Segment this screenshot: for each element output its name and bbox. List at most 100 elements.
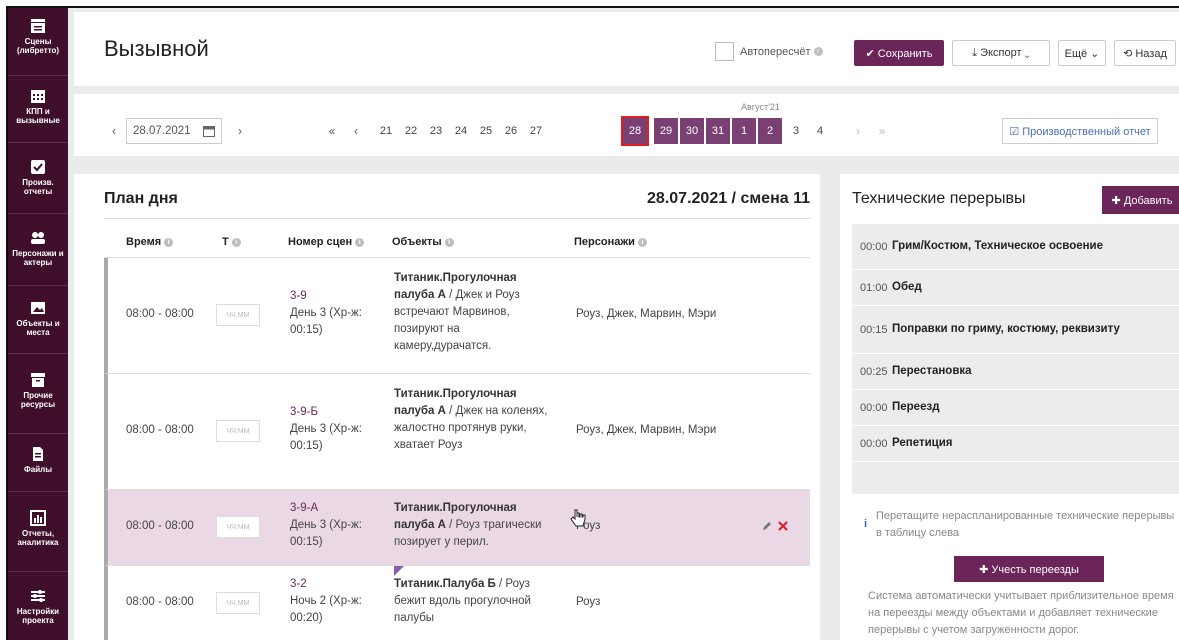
day-button[interactable]: 23 — [424, 118, 448, 144]
drag-hint: Перетащите нераспланированные технически… — [876, 510, 1175, 539]
sidebar-item-objects[interactable]: Объекты и места — [8, 286, 68, 354]
sidebar-item-files[interactable]: Файлы — [8, 434, 68, 492]
t-input[interactable]: ЧЧ:ММ — [216, 592, 260, 614]
row-time: 08:00 - 08:00 — [126, 596, 194, 608]
day-button-selected[interactable]: 28 — [621, 116, 649, 146]
characters-cell: Роуз, Джек, Марвин, Мэри — [576, 308, 717, 320]
people-icon — [31, 232, 45, 244]
archive-icon — [31, 373, 45, 387]
day-button[interactable]: 27 — [524, 118, 548, 144]
break-item[interactable]: 00:25 Перестановка — [852, 354, 1179, 390]
day-button[interactable]: 21 — [374, 118, 398, 144]
info-icon: i — [864, 518, 868, 530]
calendar-grid-icon — [31, 90, 45, 103]
day-button[interactable]: 24 — [449, 118, 473, 144]
plan-date-shift: 28.07.2021 / смена 11 — [647, 190, 810, 207]
production-report-button[interactable]: ☑ Производственный отчет — [1002, 118, 1158, 144]
autocalc-checkbox[interactable] — [715, 42, 734, 61]
row-time: 08:00 - 08:00 — [126, 424, 194, 436]
table-row-highlighted[interactable]: 08:00 - 08:00 ЧЧ:ММ 3-9-А День 3 (Хр-ж: … — [104, 490, 810, 566]
scene-number[interactable]: 3-9-А — [290, 500, 318, 517]
column-label: Объекты — [392, 236, 442, 248]
break-item[interactable]: 01:00 Обед — [852, 270, 1179, 306]
break-time: 00:15 — [860, 323, 888, 336]
next-date-button[interactable]: › — [228, 118, 252, 144]
info-icon: i — [444, 237, 454, 247]
sidebar-item-label: Отчеты, аналитика — [17, 529, 59, 547]
column-header-t[interactable]: Тi — [222, 236, 241, 248]
column-header-characters[interactable]: Персонажи i — [574, 236, 647, 248]
table-row[interactable]: 08:00 - 08:00 ЧЧ:ММ 3-9 День 3 (Хр-ж: 00… — [104, 258, 810, 374]
prev-date-button[interactable]: ‹ — [102, 118, 126, 144]
bar-chart-icon — [30, 510, 46, 526]
scene-number[interactable]: 3-9 — [290, 288, 307, 305]
break-item[interactable]: 00:15 Поправки по гриму, костюму, реквиз… — [852, 306, 1179, 354]
edit-icon[interactable] — [762, 521, 772, 531]
export-button[interactable]: ⤓ Экспорт ⌄ — [952, 40, 1050, 66]
break-name: Перестановка — [892, 365, 972, 377]
sidebar-item-label: Настройки проекта — [16, 607, 60, 625]
sidebar-item-settings[interactable]: Настройки проекта — [8, 572, 68, 640]
day-button[interactable]: 31 — [706, 118, 730, 144]
sidebar-item-reports[interactable]: Произв. отчеты — [8, 143, 68, 214]
sidebar-item-characters[interactable]: Персонажи и актеры — [8, 214, 68, 286]
row-time: 08:00 - 08:00 — [126, 520, 194, 532]
autocalc-label: Автопересчёт — [740, 45, 811, 58]
scene-number[interactable]: 3-2 — [290, 576, 307, 593]
sidebar-item-analytics[interactable]: Отчеты, аналитика — [8, 492, 68, 572]
break-item[interactable]: 00:00 Переезд — [852, 390, 1179, 426]
day-button[interactable]: 3 — [784, 118, 808, 144]
column-label: Время — [126, 236, 162, 248]
t-input[interactable]: ЧЧ:ММ — [216, 516, 260, 538]
sidebar-item-label: КПП и вызывные — [16, 107, 60, 125]
sidebar: Сцены (либретто) КПП и вызывные Произв. … — [8, 8, 68, 640]
file-icon — [33, 447, 43, 461]
break-time: 00:00 — [860, 437, 888, 450]
autocalc-toggle[interactable]: Автопересчёт i — [715, 42, 823, 61]
break-name: Переезд — [892, 401, 940, 413]
day-button[interactable]: 4 — [808, 118, 832, 144]
break-item[interactable]: 00:00 Грим/Костюм, Техническое освоение — [852, 224, 1179, 270]
column-header-scene[interactable]: Номер сцен i — [288, 236, 365, 248]
column-header-objects[interactable]: Объекты i — [392, 236, 454, 248]
row-time: 08:00 - 08:00 — [126, 308, 194, 320]
day-button[interactable]: 29 — [654, 118, 678, 144]
date-value: 28.07.2021 — [133, 125, 191, 137]
break-item[interactable]: 00:00 Репетиция — [852, 426, 1179, 462]
day-button[interactable]: 26 — [499, 118, 523, 144]
sidebar-item-label: Объекты и места — [16, 319, 60, 337]
back-button[interactable]: ⟲ Назад — [1114, 40, 1176, 66]
more-button[interactable]: Ещё ⌄ — [1058, 40, 1106, 66]
sidebar-item-resources[interactable]: Прочие ресурсы — [8, 354, 68, 434]
account-travel-button[interactable]: ✚ Учесть переезды — [954, 556, 1104, 582]
first-page-button[interactable]: « — [320, 118, 344, 144]
sidebar-item-scenes[interactable]: Сцены (либретто) — [8, 8, 68, 76]
save-button[interactable]: ✔ Сохранить — [854, 40, 944, 66]
day-button[interactable]: 2 — [758, 118, 782, 144]
sidebar-item-label: Персонажи и актеры — [12, 249, 64, 267]
day-button[interactable]: 1 — [732, 118, 756, 144]
t-input[interactable]: ЧЧ:ММ — [216, 420, 260, 442]
month-label: Август'21 — [741, 102, 780, 112]
column-header-time[interactable]: Время i — [126, 236, 174, 248]
next-page-button[interactable]: › — [846, 118, 870, 144]
table-row[interactable]: 08:00 - 08:00 ЧЧ:ММ 3-9-Б День 3 (Хр-ж: … — [104, 374, 810, 490]
last-page-button[interactable]: » — [870, 118, 894, 144]
object-cell: Титаник.Прогулочная палуба А / Джек на к… — [394, 386, 560, 454]
page-title: Вызывной — [104, 36, 209, 61]
table-row[interactable]: 08:00 - 08:00 ЧЧ:ММ 3-2 Ночь 2 (Хр-ж: 00… — [104, 566, 810, 640]
break-list: 00:00 Грим/Костюм, Техническое освоение … — [852, 224, 1179, 494]
object-cell: Титаник.Прогулочная палуба А / Роуз траг… — [394, 500, 560, 551]
scene-number[interactable]: 3-9-Б — [290, 404, 318, 421]
date-field[interactable]: 28.07.2021 — [126, 118, 222, 144]
prev-page-button[interactable]: ‹ — [344, 118, 368, 144]
sidebar-item-kpp[interactable]: КПП и вызывные — [8, 76, 68, 143]
delete-icon[interactable] — [778, 521, 788, 531]
object-name[interactable]: Титаник.Палуба Б — [394, 578, 496, 590]
day-button[interactable]: 30 — [680, 118, 704, 144]
day-button[interactable]: 25 — [474, 118, 498, 144]
add-break-button[interactable]: ✚ Добавить — [1102, 186, 1179, 214]
t-input[interactable]: ЧЧ:ММ — [216, 304, 260, 326]
day-button[interactable]: 22 — [399, 118, 423, 144]
calendar-icon[interactable] — [203, 125, 215, 137]
